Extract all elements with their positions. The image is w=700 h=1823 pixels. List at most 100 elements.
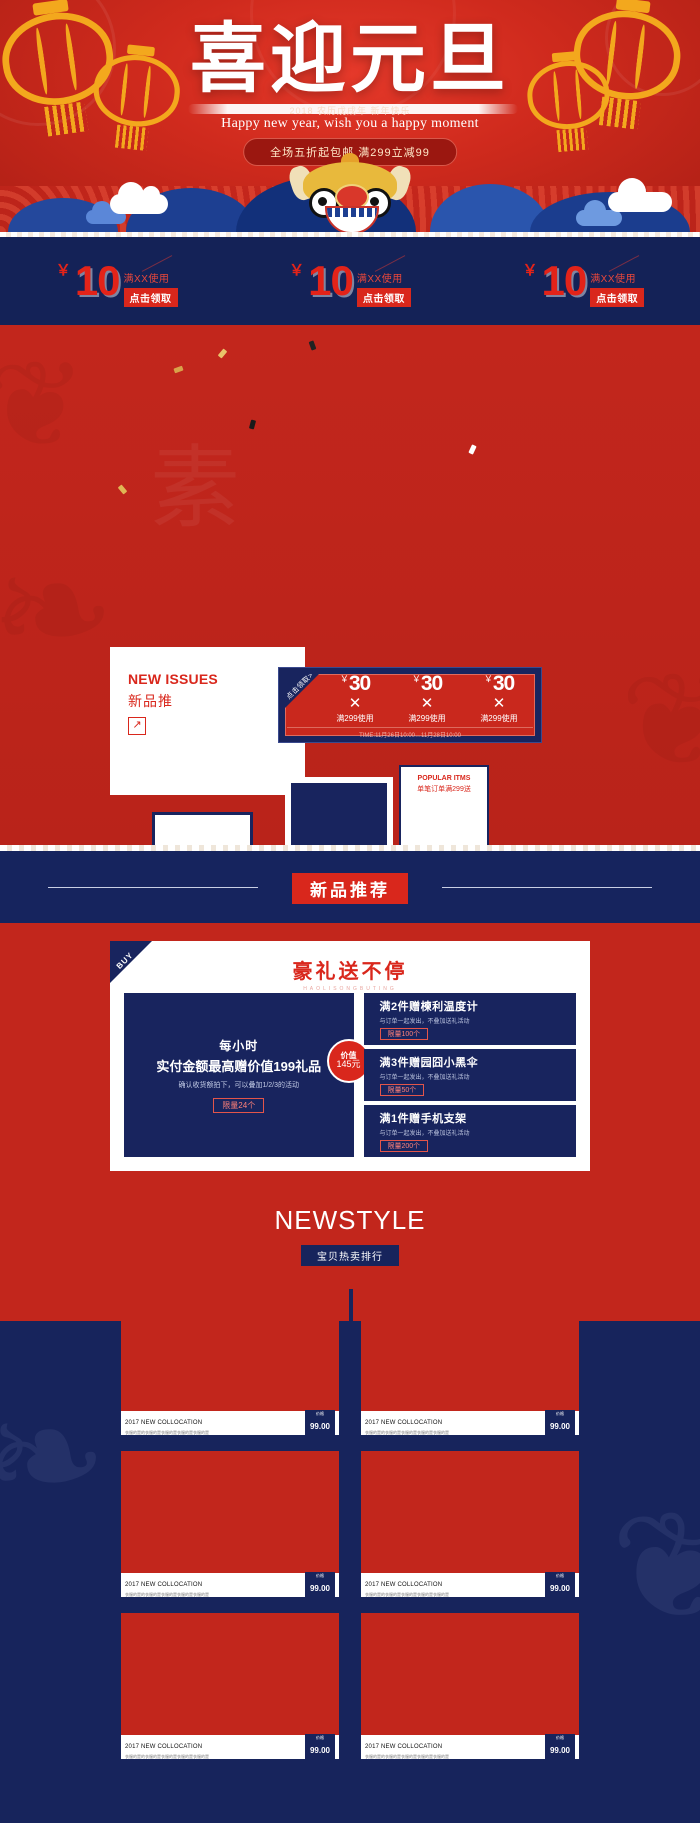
new-products-title: 新品推荐 (310, 881, 390, 900)
product-image[interactable] (121, 1451, 339, 1573)
coupon-item[interactable]: ￥ 10 满XX使用 点击领取 (467, 237, 700, 325)
gift-item-desc: 与订单一起发出，不叠加送礼活动 (379, 1019, 470, 1025)
gift-item[interactable]: 满1件赠手机支架 与订单一起发出，不叠加送礼活动 限量200个 (363, 1105, 576, 1157)
gift-heading: 豪礼送不停 (292, 961, 408, 983)
product-name: 2017 NEW COLLOCATION (125, 1419, 203, 1426)
product-desc: 衣服的是的衣服的是衣服的是衣服的是衣服的是 (125, 1591, 209, 1597)
currency-symbol: ￥ (411, 674, 421, 684)
product-card[interactable]: 2017 NEW COLLOCATION 衣服的是的衣服的是衣服的是衣服的是衣服… (361, 1613, 579, 1760)
product-desc: 衣服的是的衣服的是衣服的是衣服的是衣服的是 (365, 1429, 449, 1435)
gift-main-line3: 确认收货额拍下，可以叠加1/2/3的活动 (178, 1082, 300, 1089)
product-desc: 衣服的是的衣服的是衣服的是衣服的是衣服的是 (125, 1429, 209, 1435)
product-image[interactable] (361, 1613, 579, 1735)
price-value: 99.00 (309, 1422, 330, 1432)
gift-columns: 每小时 实付金额最高赠价值199礼品 确认收货额拍下，可以叠加1/2/3的活动 … (124, 993, 576, 1157)
new-issues-card[interactable]: NEW ISSUES 新品推 ↗ (110, 647, 305, 795)
leaf-decoration-icon: ❧ (0, 1372, 108, 1540)
product-info-bar: 2017 NEW COLLOCATION 衣服的是的衣服的是衣服的是衣服的是衣服… (361, 1410, 579, 1436)
close-icon: ✕ (492, 695, 506, 712)
cloud-icon (110, 182, 168, 214)
watermark: 素 (150, 440, 240, 539)
cloud-icon (576, 200, 622, 226)
coupon-item[interactable]: ￥ 10 满XX使用 点击领取 (0, 237, 233, 325)
price-label: 价格 (315, 1411, 324, 1417)
coupon-30-item[interactable]: ￥30 ✕ 满299使用 (319, 672, 391, 724)
product-card[interactable]: 2017 NEW COLLOCATION 衣服的是的衣服的是衣服的是衣服的是衣服… (361, 1289, 579, 1436)
price-value: 99.00 (549, 1746, 570, 1756)
product-image[interactable] (121, 1289, 339, 1411)
clearance-image-card[interactable] (152, 812, 253, 845)
coupon-30-item[interactable]: ￥30 ✕ 满299使用 (391, 672, 463, 724)
newstyle-pill: 宝贝热卖排行 (301, 1245, 399, 1266)
gift-item-desc: 与订单一起发出，不叠加送礼活动 (379, 1131, 470, 1137)
confetti-icon (308, 340, 317, 351)
product-card[interactable]: 2017 NEW COLLOCATION 衣服的是的衣服的是衣服的是衣服的是衣服… (121, 1613, 339, 1760)
coupon-condition: 满XX使用 (356, 273, 403, 285)
gift-item-badge: 限量100个 (379, 1028, 429, 1040)
gift-main-offer[interactable]: 每小时 实付金额最高赠价值199礼品 确认收货额拍下，可以叠加1/2/3的活动 … (124, 993, 371, 1157)
gift-main-line2: 实付金额最高赠价值199礼品 (156, 1059, 322, 1074)
product-desc: 衣服的是的衣服的是衣服的是衣服的是衣服的是 (365, 1753, 449, 1759)
coupon-amount: 30 (420, 672, 443, 695)
product-price-tag: 价格 99.00 (544, 1572, 575, 1598)
divider-line-left (48, 887, 258, 888)
price-value: 99.00 (549, 1422, 570, 1432)
popular-items-card[interactable]: POPULAR ITMS 单笔订单满299送 限量100个 点击抢购 (399, 765, 489, 845)
lion-head-icon (286, 153, 414, 232)
confetti-icon (217, 348, 228, 359)
gift-item-title: 满2件赠楝利温度计 (379, 1001, 479, 1013)
price-label: 价格 (555, 1573, 564, 1579)
claim-coupon-button[interactable]: 点击领取 (123, 287, 178, 307)
currency-symbol: ￥ (289, 262, 305, 279)
price-label: 价格 (315, 1735, 324, 1741)
leaf-decoration-icon: ❦ (610, 1482, 700, 1650)
product-info-bar: 2017 NEW COLLOCATION 衣服的是的衣服的是衣服的是衣服的是衣服… (121, 1572, 339, 1598)
arrow-up-right-icon[interactable]: ↗ (128, 717, 146, 735)
claim-coupon-button[interactable]: 点击领取 (590, 287, 645, 307)
hero-title: 喜迎元旦 (190, 18, 510, 102)
coupon-30-row: ￥30 ✕ 满299使用 ￥30 ✕ 满299使用 ￥30 ✕ 满299使用 (319, 672, 535, 724)
leaf-decoration-icon: ❧ (0, 526, 116, 694)
coupon-amount: 10 (74, 257, 121, 304)
gift-section: BUY 豪礼送不停 HAOLISONGBUTING 每小时 实付金额最高赠价值1… (0, 923, 700, 1191)
product-price-tag: 价格 99.00 (544, 1410, 575, 1436)
product-card[interactable]: 2017 NEW COLLOCATION 衣服的是的衣服的是衣服的是衣服的是衣服… (121, 1451, 339, 1598)
coupon-amount: 30 (492, 672, 515, 695)
gift-item-badge: 限量50个 (379, 1084, 425, 1096)
product-desc: 衣服的是的衣服的是衣服的是衣服的是衣服的是 (365, 1591, 449, 1597)
product-info-bar: 2017 NEW COLLOCATION 衣服的是的衣服的是衣服的是衣服的是衣服… (121, 1410, 339, 1436)
newstyle-title: NEWSTYLE (274, 1205, 426, 1235)
gift-item-title: 满1件赠手机支架 (379, 1113, 467, 1125)
coupon-30-item[interactable]: ￥30 ✕ 满299使用 (463, 672, 535, 724)
currency-symbol: ￥ (339, 674, 349, 684)
gift-item[interactable]: 满3件赠园囧小黑伞 与订单一起发出，不叠加送礼活动 限量50个 (363, 1049, 576, 1101)
product-image[interactable] (361, 1289, 579, 1411)
product-name: 2017 NEW COLLOCATION (365, 1419, 443, 1426)
claim-coupon-button[interactable]: 点击领取 (356, 287, 411, 307)
confetti-icon (117, 484, 128, 495)
promo-red-section: ❦ ❧ ❦ 素 NEW ISSUES 新品推 ↗ 点击领取> ￥30 ✕ 满29… (0, 325, 700, 845)
gift-item[interactable]: 满2件赠楝利温度计 与订单一起发出，不叠加送礼活动 限量100个 (363, 993, 576, 1045)
product-name: 2017 NEW COLLOCATION (365, 1581, 443, 1588)
newstyle-section: ❧ ❦ NEWSTYLE 宝贝热卖排行 2017 NEW COLLOCATION… (0, 1191, 700, 1823)
gift-item-list: 满2件赠楝利温度计 与订单一起发出，不叠加送礼活动 限量100个 满3件赠园囧小… (363, 993, 576, 1157)
product-card[interactable]: 2017 NEW COLLOCATION 衣服的是的衣服的是衣服的是衣服的是衣服… (121, 1289, 339, 1436)
coupon-item[interactable]: ￥ 10 满XX使用 点击领取 (233, 237, 466, 325)
price-value: 99.00 (309, 1584, 330, 1594)
new-products-title-tag: 新品推荐 (292, 873, 408, 904)
product-image[interactable] (121, 1613, 339, 1735)
popular-card-title-en: POPULAR ITMS (417, 775, 471, 782)
product-card[interactable]: 2017 NEW COLLOCATION 衣服的是的衣服的是衣服的是衣服的是衣服… (361, 1451, 579, 1598)
leaf-decoration-icon: ❦ (620, 647, 700, 793)
coupon-condition: 满299使用 (408, 714, 446, 723)
popular-center-card[interactable] (285, 777, 393, 845)
product-image[interactable] (361, 1451, 579, 1573)
hero-banner: 喜迎元旦 2018 农历戊戌年 新年快乐 Happy new year, wis… (0, 0, 700, 232)
popular-card-title-cn: 单笔订单满299送 (417, 786, 471, 793)
product-price-tag: 价格 99.00 (304, 1410, 335, 1436)
coupon-panel-30[interactable]: 点击领取> ￥30 ✕ 满299使用 ￥30 ✕ 满299使用 ￥30 ✕ 满2… (278, 667, 542, 743)
gift-main-line1: 每小时 (219, 1039, 259, 1053)
confetti-icon (248, 419, 257, 430)
gift-main-badge: 限量24个 (213, 1098, 265, 1113)
currency-symbol: ￥ (483, 674, 493, 684)
